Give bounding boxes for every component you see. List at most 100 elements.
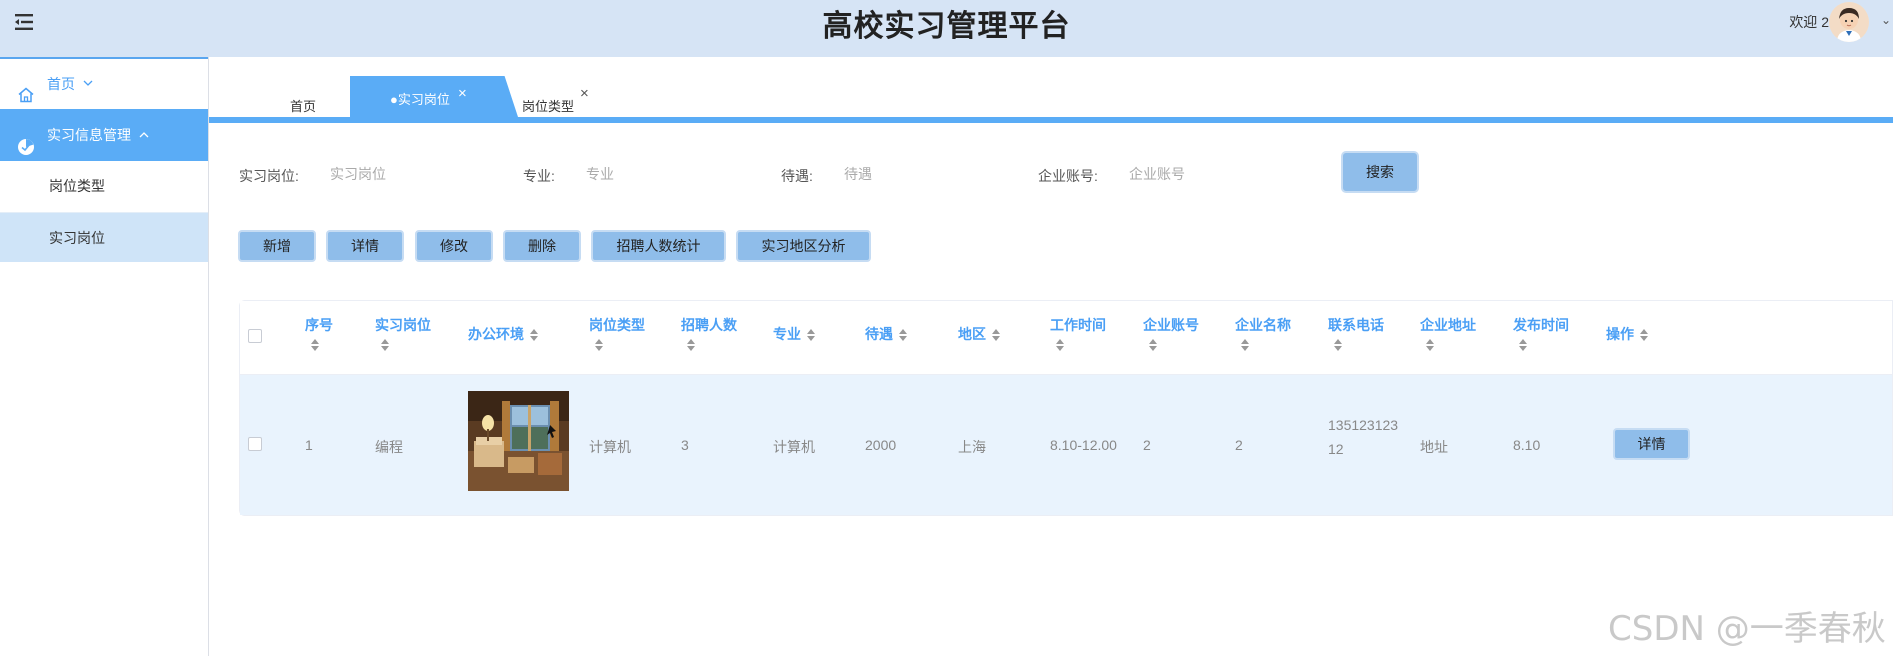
pay-search-input[interactable]	[842, 158, 1016, 190]
office-environment-image	[468, 391, 569, 491]
column-header-region[interactable]: 地区	[958, 324, 1000, 344]
account-search-input[interactable]	[1127, 158, 1311, 190]
column-header-label: 待遇	[865, 326, 893, 342]
cell-pay: 2000	[865, 437, 897, 453]
column-header-ops[interactable]: 操作	[1606, 324, 1648, 344]
sort-icon[interactable]	[1149, 339, 1157, 351]
chevron-up-icon	[139, 109, 149, 161]
cell-phone-line: 12	[1328, 441, 1344, 457]
sort-icon[interactable]	[1056, 339, 1064, 351]
account-search-label: 企业账号:	[1038, 168, 1098, 184]
column-header-hires[interactable]: 招聘人数	[681, 315, 737, 351]
sort-icon[interactable]	[899, 329, 907, 342]
column-header-env[interactable]: 办公环境	[468, 324, 538, 344]
welcome-text: 欢迎 2	[1789, 14, 1829, 30]
sidebar-item-post-type[interactable]: 岗位类型	[0, 161, 208, 211]
cell-phone-line: 135123123	[1328, 417, 1399, 433]
column-header-label: 企业账号	[1143, 317, 1199, 333]
column-header-phone[interactable]: 联系电话	[1328, 315, 1384, 351]
column-header-label: 办公环境	[468, 326, 524, 342]
column-header-label: 招聘人数	[681, 317, 737, 333]
sort-icon[interactable]	[1334, 339, 1342, 351]
tab-label: ●实习岗位	[390, 92, 450, 107]
sort-icon[interactable]	[992, 329, 1000, 342]
cell-type: 计算机	[589, 439, 631, 455]
cell-hires: 3	[681, 437, 689, 453]
post-search-input[interactable]	[328, 158, 502, 190]
table-header: 序号 实习岗位 办公环境 岗位类型 招聘人数 专业 待遇 地区 工作时间 企业账…	[240, 301, 1892, 375]
sort-icon[interactable]	[1241, 339, 1249, 351]
sort-icon[interactable]	[687, 339, 695, 351]
major-search-input[interactable]	[584, 158, 758, 190]
close-icon[interactable]: ×	[458, 85, 467, 102]
close-icon[interactable]: ×	[580, 85, 589, 102]
column-header-label: 工作时间	[1050, 317, 1106, 333]
column-header-pay[interactable]: 待遇	[865, 324, 907, 344]
column-header-label: 专业	[773, 326, 801, 342]
sort-icon[interactable]	[311, 339, 319, 351]
column-header-company[interactable]: 企业名称	[1235, 315, 1291, 351]
region-analysis-button[interactable]: 实习地区分析	[736, 230, 871, 262]
sort-icon[interactable]	[381, 339, 389, 351]
csdn-watermark: CSDN @一季春秋	[1608, 609, 1886, 649]
row-checkbox[interactable]	[248, 437, 262, 451]
cell-region: 上海	[958, 439, 986, 455]
column-header-label: 操作	[1606, 326, 1634, 342]
sort-icon[interactable]	[595, 339, 603, 351]
cell-phone: 135123123 12	[1328, 413, 1398, 461]
select-all-checkbox[interactable]	[248, 329, 262, 343]
tab-internship-post[interactable]: ●实习岗位 ×	[350, 76, 518, 117]
sidebar-item-label: 首页	[47, 76, 75, 92]
sidebar-group-label: 实习信息管理	[47, 127, 131, 143]
chevron-down-icon	[83, 59, 93, 109]
sidebar-item-label: 岗位类型	[49, 178, 105, 194]
avatar[interactable]	[1829, 2, 1869, 42]
cell-major: 计算机	[773, 439, 815, 455]
pay-search-label: 待遇:	[781, 168, 813, 184]
cell-published: 8.10	[1513, 437, 1541, 453]
chevron-down-icon[interactable]: ⌄	[1881, 13, 1891, 27]
sidebar-item-internship-post[interactable]: 实习岗位	[0, 212, 208, 262]
detail-button[interactable]: 详情	[326, 230, 404, 262]
column-header-index[interactable]: 序号	[305, 315, 333, 351]
sidebar: 首页 实习信息管理 岗位类型 实习岗位	[0, 57, 209, 656]
edit-button[interactable]: 修改	[415, 230, 493, 262]
tab-post-type[interactable]: 岗位类型	[522, 96, 574, 115]
column-header-label: 序号	[305, 317, 333, 333]
cell-worktime: 8.10-12.00	[1050, 437, 1117, 453]
column-header-published[interactable]: 发布时间	[1513, 315, 1569, 351]
hire-stats-button[interactable]: 招聘人数统计	[591, 230, 726, 262]
home-icon	[17, 74, 35, 103]
major-search-label: 专业:	[523, 168, 555, 184]
top-header: 高校实习管理平台 欢迎 2 ⌄	[0, 0, 1893, 57]
delete-button[interactable]: 删除	[503, 230, 581, 262]
column-header-worktime[interactable]: 工作时间	[1050, 315, 1106, 351]
cell-index: 1	[305, 437, 313, 453]
sort-icon[interactable]	[1519, 339, 1527, 351]
tab-underline	[209, 117, 1893, 123]
sidebar-item-home[interactable]: 首页	[0, 59, 208, 109]
sidebar-group-internship-info[interactable]: 实习信息管理	[0, 109, 208, 161]
column-header-type[interactable]: 岗位类型	[589, 315, 645, 351]
pie-chart-icon	[17, 125, 35, 156]
cell-post: 编程	[375, 439, 403, 455]
post-search-label: 实习岗位:	[239, 168, 299, 184]
column-header-major[interactable]: 专业	[773, 324, 815, 344]
cell-address: 地址	[1420, 439, 1448, 455]
cell-company: 2	[1235, 437, 1243, 453]
column-header-label: 发布时间	[1513, 317, 1569, 333]
sort-icon[interactable]	[1426, 339, 1434, 351]
tab-home[interactable]: 首页	[290, 96, 316, 115]
column-header-account[interactable]: 企业账号	[1143, 315, 1199, 351]
sort-icon[interactable]	[1640, 329, 1648, 342]
sort-icon[interactable]	[530, 329, 538, 342]
column-header-label: 企业名称	[1235, 317, 1291, 333]
row-detail-button[interactable]: 详情	[1613, 428, 1690, 460]
column-header-address[interactable]: 企业地址	[1420, 315, 1476, 351]
add-button[interactable]: 新增	[238, 230, 316, 262]
column-header-post[interactable]: 实习岗位	[375, 315, 431, 351]
app-title: 高校实习管理平台	[822, 10, 1071, 43]
sort-icon[interactable]	[807, 329, 815, 342]
search-button[interactable]: 搜索	[1341, 151, 1419, 193]
table-row: 1 编程 计算机 3 计算机 2000 上海 8.10-12.00 2 2 13…	[240, 375, 1892, 515]
